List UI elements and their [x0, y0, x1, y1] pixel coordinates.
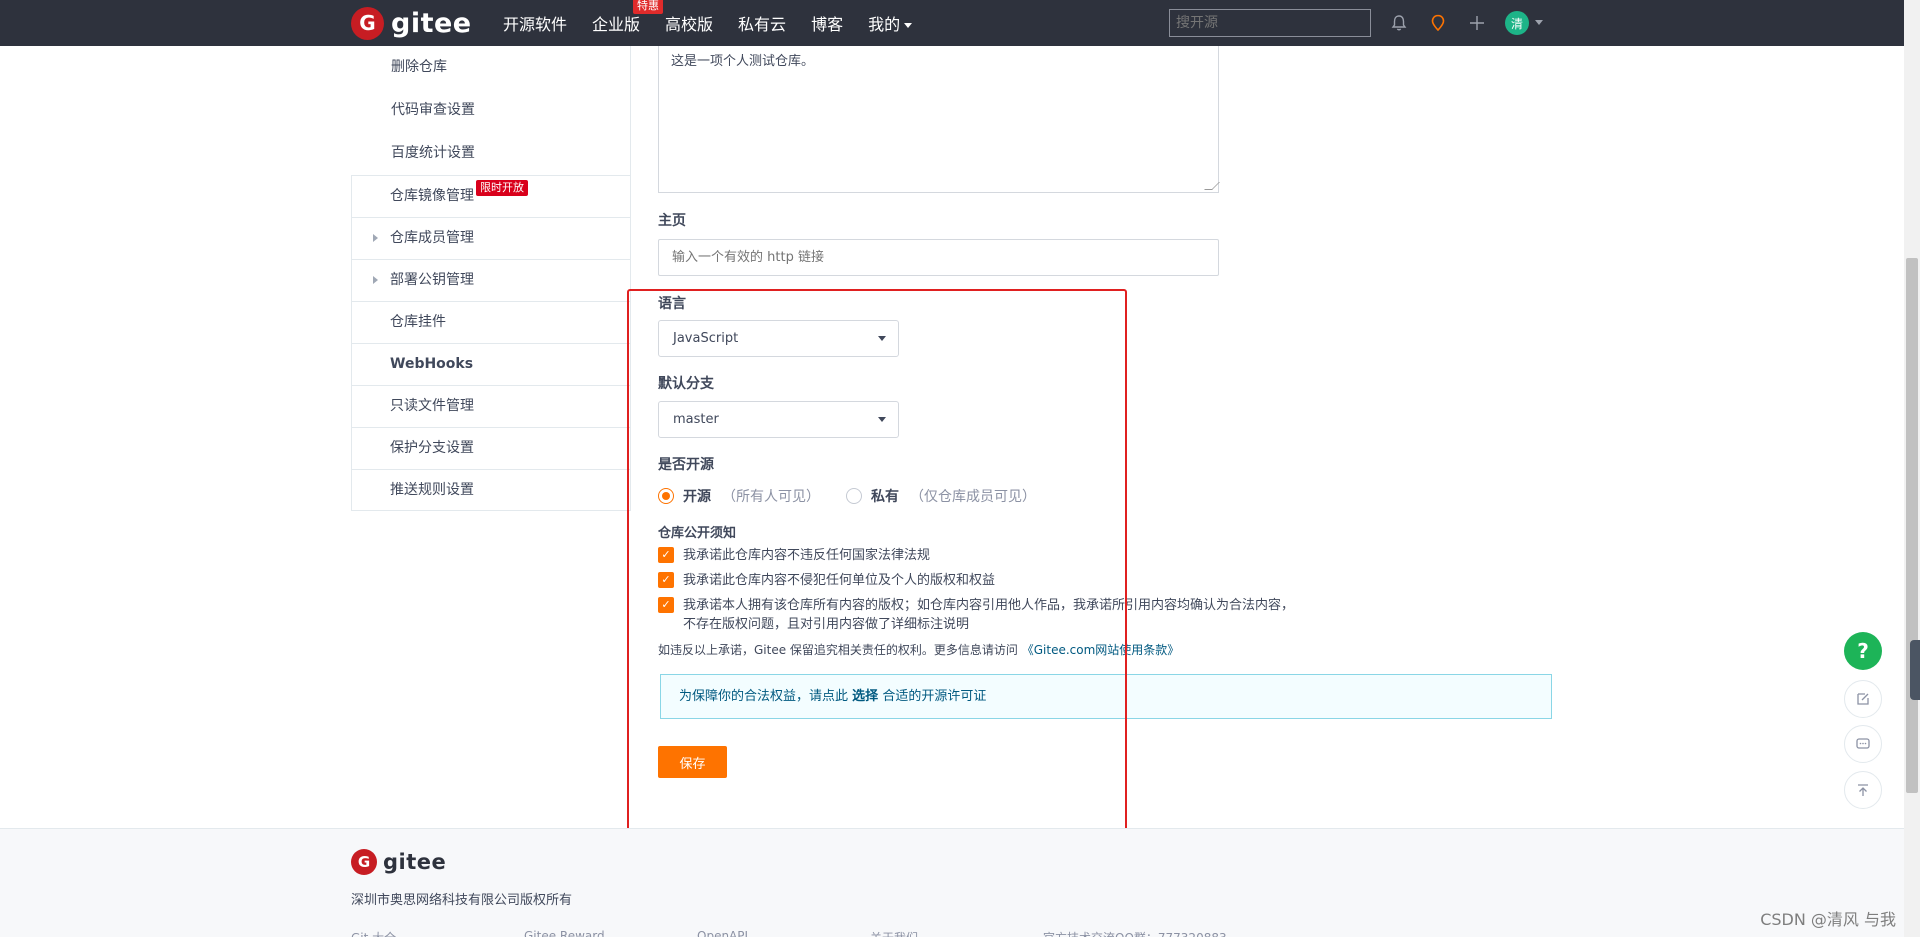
- sidebar-item-delete-repo[interactable]: 删除仓库: [351, 46, 631, 89]
- nav-link-enterprise-label: 企业版: [592, 15, 641, 34]
- footer-links: Git 大全 Gitee Reward OpenAPI 关于我们 官方技术交流Q…: [351, 929, 1227, 937]
- sidebar-item-protected-branches[interactable]: 保护分支设置: [351, 427, 631, 469]
- side-widget-handle[interactable]: [1910, 640, 1920, 700]
- nav-link-enterprise[interactable]: 企业版 特惠: [592, 0, 664, 35]
- location-pin-icon[interactable]: [1427, 12, 1449, 34]
- caret-right-icon: [373, 276, 378, 284]
- nav-links: 开源软件 企业版 特惠 高校版 私有云 博客 我的: [503, 0, 937, 46]
- copyright-text: 深圳市奥思网络科技有限公司版权所有: [351, 893, 573, 908]
- user-avatar[interactable]: 清: [1505, 11, 1529, 35]
- highlight-annotation: [627, 289, 1127, 835]
- help-button[interactable]: ?: [1844, 632, 1882, 670]
- gitee-logo-text: gitee: [391, 7, 472, 39]
- settings-sidebar: 删除仓库 代码审查设置 百度统计设置 仓库镜像管理 限时开放 仓库成员管理 部署…: [351, 46, 631, 511]
- sidebar-item-code-review[interactable]: 代码审查设置: [351, 89, 631, 132]
- promo-badge: 特惠: [633, 0, 664, 14]
- nav-link-blog[interactable]: 博客: [811, 11, 843, 35]
- footer-link-git[interactable]: Git 大全: [351, 929, 524, 937]
- sidebar-item-label: 部署公钥管理: [390, 272, 474, 288]
- sidebar-item-readonly-files[interactable]: 只读文件管理: [351, 385, 631, 427]
- description-value: 这是一项个人测试仓库。: [671, 54, 815, 69]
- footer-link-reward[interactable]: Gitee Reward: [524, 929, 697, 937]
- sidebar-item-widgets[interactable]: 仓库挂件: [351, 301, 631, 343]
- footer-logo-text: gitee: [383, 850, 447, 874]
- sidebar-item-deploy-keys[interactable]: 部署公钥管理: [351, 259, 631, 301]
- watermark: CSDN @清风 与我: [1760, 910, 1896, 929]
- footer-qq-text: 官方技术交流QQ群：777320883: [1043, 929, 1227, 937]
- sidebar-item-mirror[interactable]: 仓库镜像管理 限时开放: [351, 175, 631, 217]
- homepage-input[interactable]: [658, 239, 1219, 276]
- footer-link-about[interactable]: 关于我们: [870, 929, 1043, 937]
- footer-link-openapi[interactable]: OpenAPI: [697, 929, 870, 937]
- bell-icon[interactable]: [1388, 12, 1410, 34]
- plus-icon[interactable]: [1466, 12, 1488, 34]
- back-to-top-icon[interactable]: [1844, 771, 1882, 809]
- description-textarea[interactable]: 这是一项个人测试仓库。: [658, 46, 1220, 193]
- nav-link-private-cloud[interactable]: 私有云: [738, 11, 786, 35]
- nav-link-mine-label: 我的: [868, 15, 901, 34]
- sidebar-item-webhooks[interactable]: WebHooks: [351, 343, 631, 385]
- sidebar-item-push-rules[interactable]: 推送规则设置: [351, 469, 631, 511]
- sidebar-item-baidu-stats[interactable]: 百度统计设置: [351, 132, 631, 175]
- nav-link-mine[interactable]: 我的: [868, 11, 913, 35]
- top-navbar: G gitee 开源软件 企业版 特惠 高校版 私有云 博客 我的 清: [0, 0, 1920, 46]
- chat-icon[interactable]: [1844, 725, 1882, 763]
- sidebar-item-members[interactable]: 仓库成员管理: [351, 217, 631, 259]
- resize-handle-icon[interactable]: [1204, 182, 1220, 190]
- limited-badge: 限时开放: [476, 180, 528, 196]
- chevron-down-icon: [904, 23, 913, 28]
- gitee-logo[interactable]: G gitee: [351, 6, 472, 40]
- nav-link-university[interactable]: 高校版: [665, 11, 713, 35]
- nav-link-open-source[interactable]: 开源软件: [503, 11, 567, 35]
- sidebar-item-label: 仓库镜像管理: [390, 188, 474, 204]
- footer-logo[interactable]: G gitee: [351, 849, 446, 875]
- avatar-chevron-down-icon[interactable]: [1535, 20, 1543, 25]
- feedback-edit-icon[interactable]: [1844, 680, 1882, 718]
- sidebar-item-label: 仓库成员管理: [390, 230, 474, 246]
- homepage-label: 主页: [658, 213, 686, 229]
- scrollbar-thumb[interactable]: [1906, 258, 1918, 793]
- caret-right-icon: [373, 234, 378, 242]
- search-input[interactable]: [1169, 9, 1371, 37]
- gitee-logo-icon: G: [351, 6, 384, 40]
- gitee-logo-icon: G: [351, 849, 377, 875]
- page-footer: G gitee 深圳市奥思网络科技有限公司版权所有 Git 大全 Gitee R…: [0, 828, 1904, 937]
